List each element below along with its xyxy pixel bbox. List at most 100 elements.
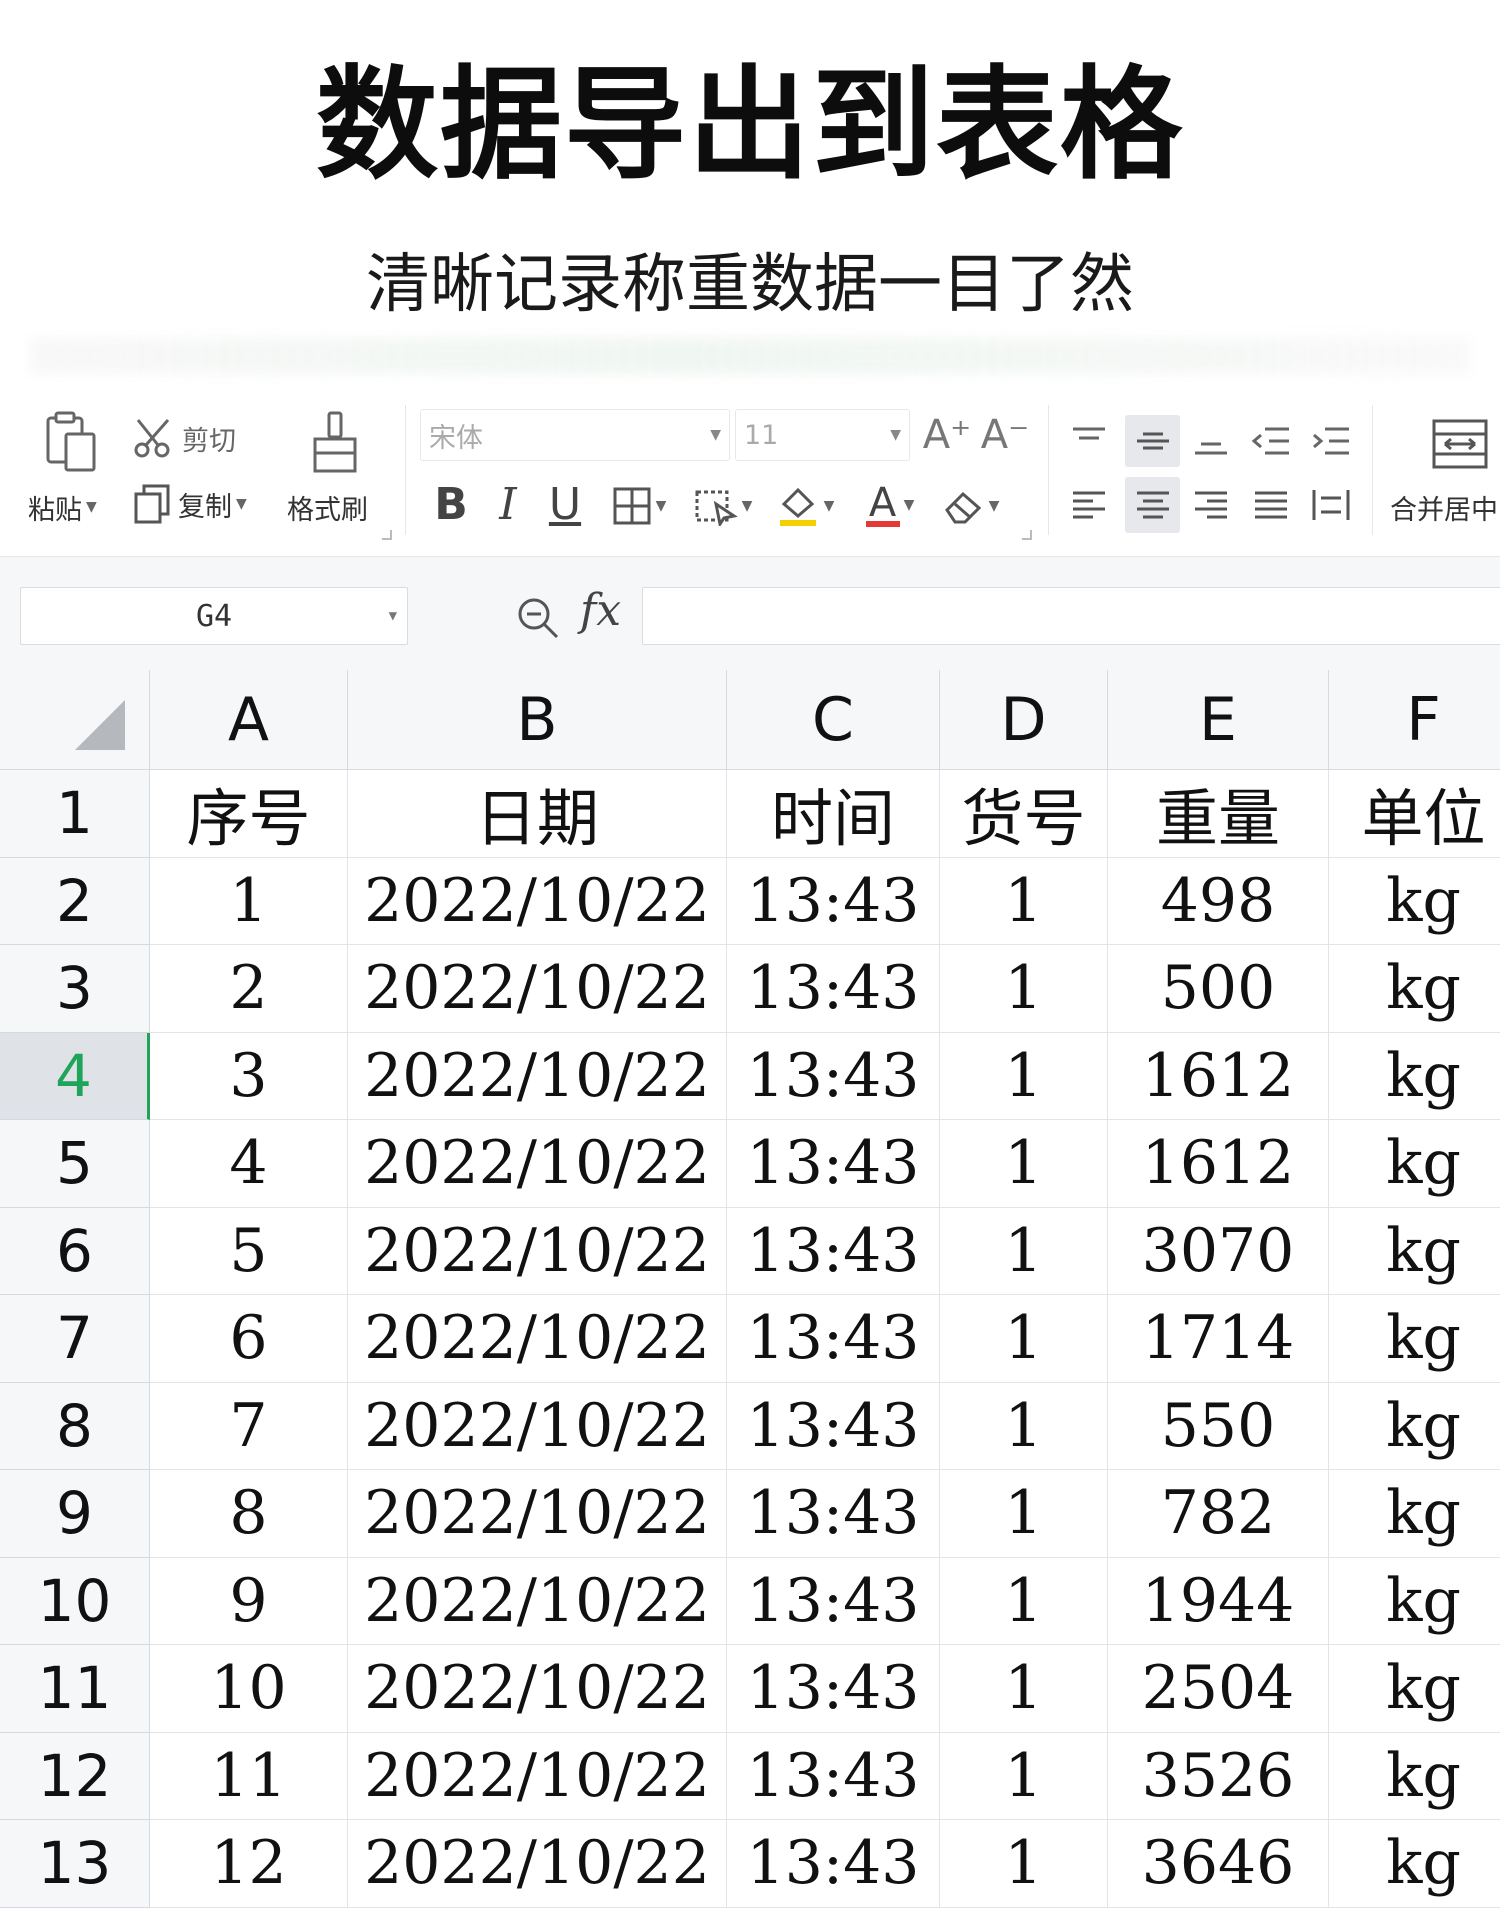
font-size-select[interactable]: 11 ▼: [735, 409, 910, 461]
font-color-button[interactable]: A ▼: [855, 477, 925, 533]
cell-a10[interactable]: 9: [150, 1557, 348, 1645]
row-header-6[interactable]: 6: [0, 1207, 150, 1295]
cell-e9[interactable]: 782: [1108, 1470, 1329, 1558]
cell-f1[interactable]: 单位: [1329, 770, 1500, 858]
cell-a11[interactable]: 10: [150, 1645, 348, 1733]
align-top-button[interactable]: [1065, 417, 1113, 465]
cell-d1[interactable]: 货号: [940, 770, 1108, 858]
cell-f12[interactable]: kg: [1329, 1733, 1500, 1820]
cell-e3[interactable]: 500: [1108, 945, 1329, 1033]
align-left-button[interactable]: [1065, 479, 1113, 531]
cell-f6[interactable]: kg: [1329, 1208, 1500, 1295]
cell-style-button[interactable]: ▼: [688, 481, 758, 531]
cell-e12[interactable]: 3526: [1108, 1732, 1329, 1820]
cell-a6[interactable]: 5: [150, 1207, 348, 1295]
cell-c9[interactable]: 13:43: [727, 1470, 940, 1558]
format-painter-button[interactable]: [300, 407, 370, 477]
increase-indent-button[interactable]: [1307, 417, 1355, 465]
merge-center-icon-button[interactable]: [1428, 415, 1492, 473]
formula-input[interactable]: [642, 587, 1500, 645]
justify-button[interactable]: [1247, 479, 1295, 531]
cell-c8[interactable]: 13:43: [727, 1382, 940, 1470]
cell-d13[interactable]: 1: [940, 1820, 1108, 1908]
column-header-b[interactable]: B: [348, 670, 727, 770]
italic-button[interactable]: I: [488, 477, 528, 533]
select-all-corner[interactable]: [0, 670, 150, 770]
cell-a1[interactable]: 序号: [150, 770, 348, 858]
column-header-e[interactable]: E: [1108, 670, 1329, 770]
cell-a13[interactable]: 12: [150, 1820, 348, 1908]
cell-f2[interactable]: kg: [1329, 858, 1500, 945]
cell-c4[interactable]: 13:43: [727, 1032, 940, 1120]
cell-f5[interactable]: kg: [1329, 1120, 1500, 1208]
decrease-font-button[interactable]: A⁻: [980, 411, 1030, 459]
cell-a7[interactable]: 6: [150, 1295, 348, 1383]
cell-c6[interactable]: 13:43: [727, 1207, 940, 1295]
cell-f9[interactable]: kg: [1329, 1470, 1500, 1558]
cell-e8[interactable]: 550: [1108, 1382, 1329, 1470]
cell-a9[interactable]: 8: [150, 1470, 348, 1558]
cell-e1[interactable]: 重量: [1108, 770, 1329, 858]
cell-d7[interactable]: 1: [940, 1295, 1108, 1383]
cell-d9[interactable]: 1: [940, 1470, 1108, 1558]
cell-a5[interactable]: 4: [150, 1120, 348, 1208]
paste-button[interactable]: [30, 407, 110, 477]
row-header-5[interactable]: 5: [0, 1120, 150, 1208]
row-header-7[interactable]: 7: [0, 1295, 150, 1383]
cell-f7[interactable]: kg: [1329, 1295, 1500, 1383]
bold-button[interactable]: B: [428, 477, 474, 533]
row-header-8[interactable]: 8: [0, 1382, 150, 1470]
zoom-formula-button[interactable]: [515, 595, 561, 645]
cell-d10[interactable]: 1: [940, 1557, 1108, 1645]
cell-d5[interactable]: 1: [940, 1120, 1108, 1208]
cell-b10[interactable]: 2022/10/22: [348, 1557, 727, 1645]
cell-f10[interactable]: kg: [1329, 1558, 1500, 1645]
cell-c1[interactable]: 时间: [727, 770, 940, 858]
cell-b4[interactable]: 2022/10/22: [348, 1032, 727, 1120]
cell-f13[interactable]: kg: [1329, 1820, 1500, 1908]
row-header-9[interactable]: 9: [0, 1470, 150, 1558]
merge-center-button[interactable]: 合并居中: [1390, 485, 1500, 529]
cell-a12[interactable]: 11: [150, 1732, 348, 1820]
cell-f8[interactable]: kg: [1329, 1383, 1500, 1470]
row-header-4[interactable]: 4: [0, 1032, 150, 1120]
cell-e2[interactable]: 498: [1108, 857, 1329, 945]
cell-b5[interactable]: 2022/10/22: [348, 1120, 727, 1208]
cell-f4[interactable]: kg: [1329, 1033, 1500, 1120]
cell-c12[interactable]: 13:43: [727, 1732, 940, 1820]
dialog-launcher-icon[interactable]: [382, 530, 392, 540]
cell-c5[interactable]: 13:43: [727, 1120, 940, 1208]
row-header-10[interactable]: 10: [0, 1557, 150, 1645]
row-header-1[interactable]: 1: [0, 770, 150, 858]
cell-a8[interactable]: 7: [150, 1382, 348, 1470]
insert-function-button[interactable]: fx: [580, 585, 621, 636]
cell-c11[interactable]: 13:43: [727, 1645, 940, 1733]
cell-d2[interactable]: 1: [940, 857, 1108, 945]
distributed-align-button[interactable]: [1307, 479, 1355, 531]
borders-button[interactable]: ▼: [604, 481, 674, 531]
cell-e10[interactable]: 1944: [1108, 1557, 1329, 1645]
cell-e11[interactable]: 2504: [1108, 1645, 1329, 1733]
cut-button[interactable]: 剪切: [132, 413, 236, 463]
cell-b8[interactable]: 2022/10/22: [348, 1382, 727, 1470]
cell-c13[interactable]: 13:43: [727, 1820, 940, 1908]
row-header-13[interactable]: 13: [0, 1820, 150, 1908]
cell-e4[interactable]: 1612: [1108, 1032, 1329, 1120]
align-right-button[interactable]: [1187, 479, 1235, 531]
cell-c7[interactable]: 13:43: [727, 1295, 940, 1383]
cell-d12[interactable]: 1: [940, 1732, 1108, 1820]
cell-b7[interactable]: 2022/10/22: [348, 1295, 727, 1383]
cell-c10[interactable]: 13:43: [727, 1557, 940, 1645]
cell-c2[interactable]: 13:43: [727, 857, 940, 945]
increase-font-button[interactable]: A⁺: [922, 411, 972, 459]
cell-d4[interactable]: 1: [940, 1032, 1108, 1120]
column-header-d[interactable]: D: [940, 670, 1108, 770]
cell-e5[interactable]: 1612: [1108, 1120, 1329, 1208]
dialog-launcher-icon[interactable]: [1022, 530, 1032, 540]
cell-b6[interactable]: 2022/10/22: [348, 1207, 727, 1295]
cell-e6[interactable]: 3070: [1108, 1207, 1329, 1295]
copy-button[interactable]: 复制 ▼: [132, 479, 247, 529]
cell-b3[interactable]: 2022/10/22: [348, 945, 727, 1033]
fill-color-button[interactable]: ▼: [770, 481, 840, 531]
cell-b11[interactable]: 2022/10/22: [348, 1645, 727, 1733]
